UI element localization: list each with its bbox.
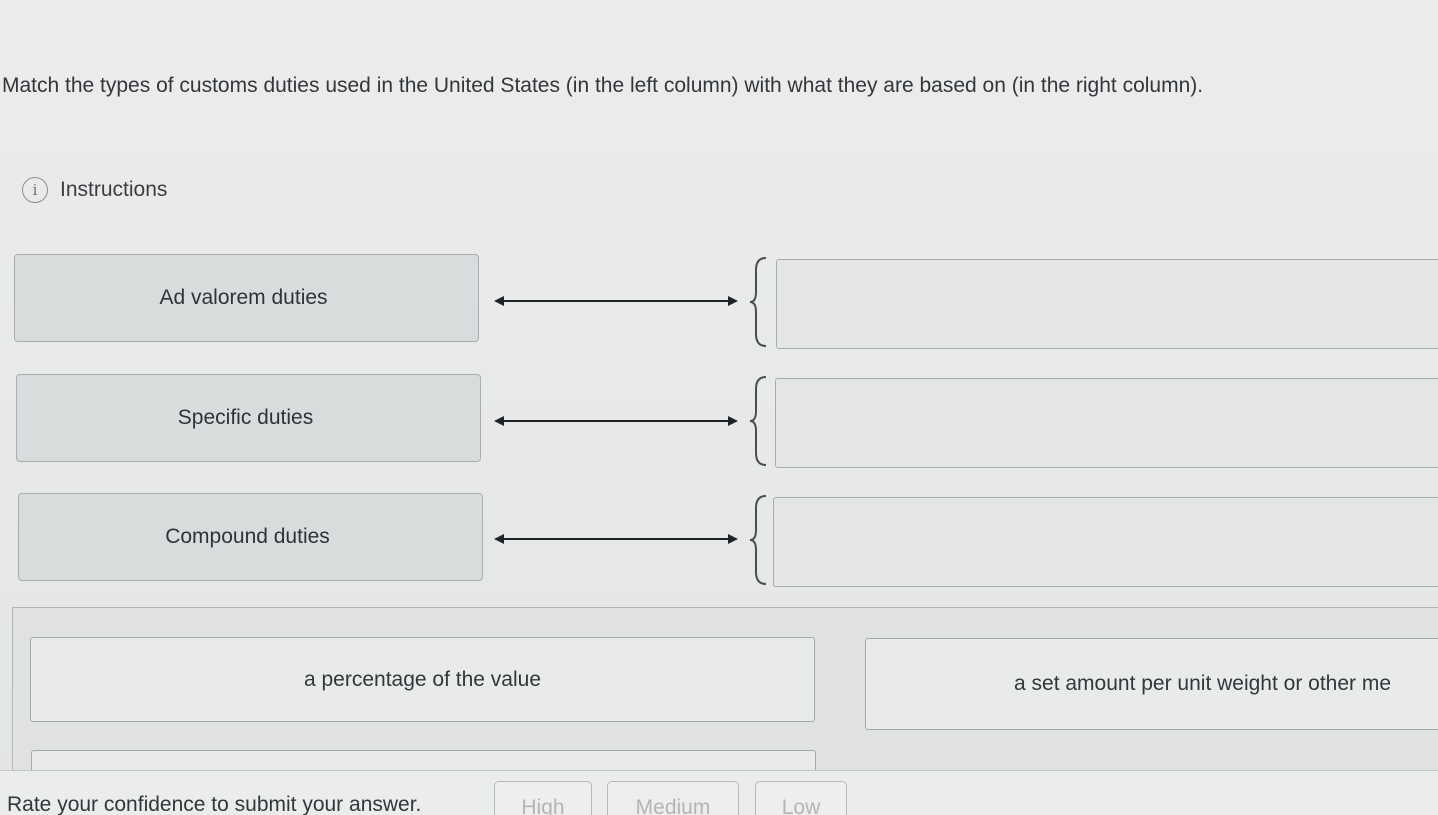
brace-icon [749,376,767,466]
matching-question-page: Match the types of customs duties used i… [0,0,1438,815]
drop-zone-3[interactable] [773,497,1438,587]
term-label: Ad valorem duties [159,286,328,309]
choice-set-amount-per-unit[interactable]: a set amount per unit weight or other me [865,638,1438,730]
drop-zone-2[interactable] [775,378,1438,468]
term-label: Specific duties [177,406,314,429]
confidence-high-button[interactable]: High [494,781,592,815]
question-prompt: Match the types of customs duties used i… [2,74,1204,97]
instructions-label: Instructions [60,178,168,201]
instructions-toggle[interactable]: i Instructions [22,175,167,205]
info-icon: i [22,177,48,203]
confidence-medium-button[interactable]: Medium [607,781,739,815]
brace-icon [749,495,767,585]
brace-icon [749,257,767,347]
confidence-footer: Rate your confidence to submit your answ… [0,770,1438,815]
term-ad-valorem-duties[interactable]: Ad valorem duties [14,254,479,342]
choice-label: a set amount per unit weight or other me [1014,672,1392,695]
double-arrow-icon [494,534,738,544]
answer-bank: a percentage of the value a set amount p… [12,607,1438,810]
rate-confidence-label: Rate your confidence to submit your answ… [7,793,422,815]
term-specific-duties[interactable]: Specific duties [16,374,481,462]
double-arrow-icon [494,416,738,426]
choice-percentage-of-value[interactable]: a percentage of the value [30,637,815,722]
term-label: Compound duties [165,525,330,548]
double-arrow-icon [494,296,738,306]
choice-label: a percentage of the value [303,667,541,691]
confidence-low-button[interactable]: Low [755,781,847,815]
drop-zone-1[interactable] [776,259,1438,349]
term-compound-duties[interactable]: Compound duties [18,493,483,581]
